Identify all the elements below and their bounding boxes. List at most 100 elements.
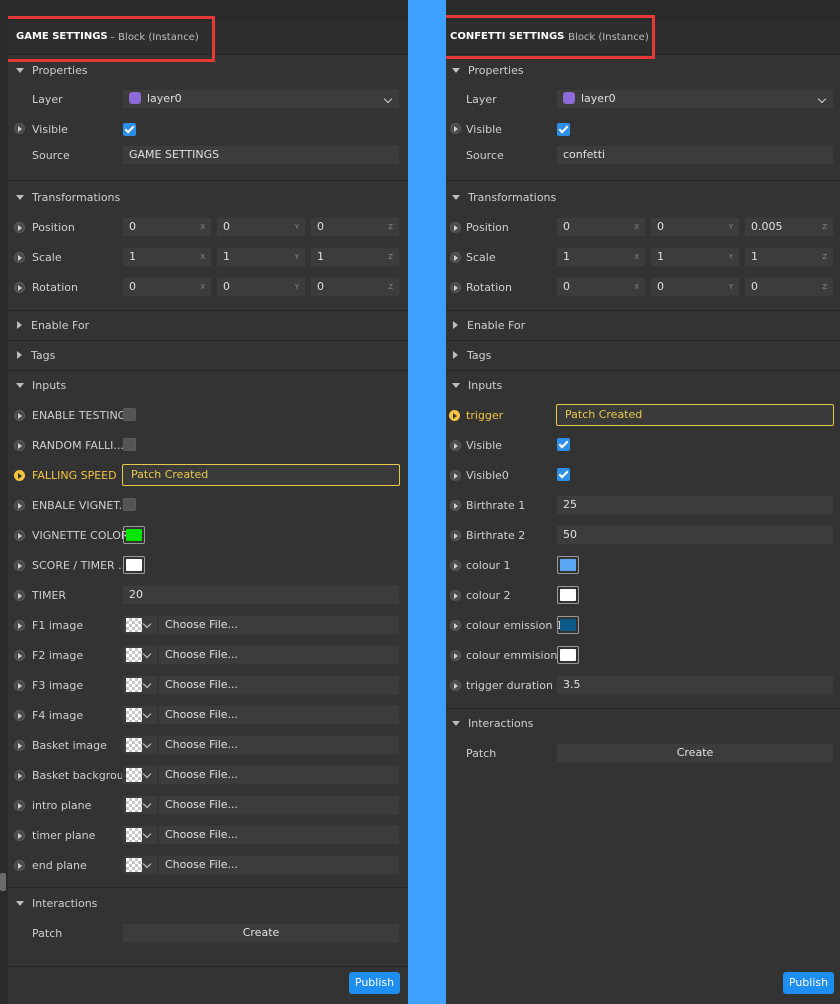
connect-arrow-icon[interactable]	[450, 590, 461, 601]
connect-arrow-icon[interactable]	[14, 440, 25, 451]
connect-arrow-icon[interactable]	[450, 123, 461, 134]
connect-arrow-icon[interactable]	[14, 560, 25, 571]
intro-plane-choose-file[interactable]: Choose File...	[158, 795, 400, 815]
end-plane-picker[interactable]	[122, 855, 158, 875]
colour1-swatch[interactable]	[557, 556, 579, 574]
trigger-patch-field[interactable]: Patch Created	[556, 404, 834, 426]
score-timer-color-swatch[interactable]	[123, 556, 145, 574]
colour2-swatch[interactable]	[557, 586, 579, 604]
connect-arrow-icon[interactable]	[14, 410, 25, 421]
source-field[interactable]: confetti	[556, 145, 834, 165]
basket-background-picker[interactable]	[122, 765, 158, 785]
connect-arrow-icon[interactable]	[14, 830, 25, 841]
f2-image-picker[interactable]	[122, 645, 158, 665]
rotation-y-field[interactable]: 0Y	[216, 277, 306, 297]
f3-choose-file[interactable]: Choose File...	[158, 675, 400, 695]
basket-image-picker[interactable]	[122, 735, 158, 755]
scale-y-field[interactable]: 1Y	[216, 247, 306, 267]
f1-choose-file[interactable]: Choose File...	[158, 615, 400, 635]
connect-arrow-icon[interactable]	[14, 530, 25, 541]
f3-image-picker[interactable]	[122, 675, 158, 695]
connect-arrow-icon[interactable]	[450, 440, 461, 451]
visible-checkbox[interactable]	[557, 123, 570, 136]
intro-plane-picker[interactable]	[122, 795, 158, 815]
connect-arrow-icon[interactable]	[450, 680, 461, 691]
rotation-z-field[interactable]: 0Z	[310, 277, 400, 297]
input-visible-checkbox[interactable]	[557, 438, 570, 451]
connect-arrow-icon[interactable]	[14, 590, 25, 601]
position-x-field[interactable]: 0X	[556, 217, 646, 237]
connect-arrow-icon[interactable]	[14, 710, 25, 721]
create-patch-button[interactable]: Create	[556, 743, 834, 763]
connect-arrow-icon[interactable]	[14, 770, 25, 781]
section-transformations[interactable]: Transformations	[452, 182, 556, 212]
connect-arrow-icon[interactable]	[450, 470, 461, 481]
section-transformations[interactable]: Transformations	[16, 182, 120, 212]
timer-field[interactable]: 20	[122, 585, 400, 605]
end-plane-choose-file[interactable]: Choose File...	[158, 855, 400, 875]
section-enable-for[interactable]: Enable For	[453, 310, 525, 340]
section-inputs[interactable]: Inputs	[16, 370, 66, 400]
publish-button[interactable]: Publish	[349, 972, 400, 994]
position-z-field[interactable]: 0.005 Z	[744, 217, 834, 237]
section-properties[interactable]: Properties	[452, 55, 524, 85]
section-properties[interactable]: Properties	[16, 55, 88, 85]
connect-arrow-icon[interactable]	[450, 530, 461, 541]
layer-select[interactable]: layer0	[556, 89, 834, 109]
connect-arrow-icon[interactable]	[450, 252, 461, 263]
connect-arrow-icon[interactable]	[14, 860, 25, 871]
falling-speed-patch-field[interactable]: Patch Created	[122, 464, 400, 486]
section-interactions[interactable]: Interactions	[452, 708, 533, 738]
connect-arrow-icon[interactable]	[450, 282, 461, 293]
section-inputs[interactable]: Inputs	[452, 370, 502, 400]
position-x-field[interactable]: 0X	[122, 217, 212, 237]
rotation-z-field[interactable]: 0Z	[744, 277, 834, 297]
scale-z-field[interactable]: 1Z	[310, 247, 400, 267]
scale-z-field[interactable]: 1Z	[744, 247, 834, 267]
section-enable-for[interactable]: Enable For	[17, 310, 89, 340]
scale-x-field[interactable]: 1X	[122, 247, 212, 267]
basket-image-choose-file[interactable]: Choose File...	[158, 735, 400, 755]
publish-button[interactable]: Publish	[783, 972, 834, 994]
visible0-checkbox[interactable]	[557, 468, 570, 481]
connect-arrow-icon[interactable]	[14, 650, 25, 661]
scale-y-field[interactable]: 1Y	[650, 247, 740, 267]
birthrate1-field[interactable]: 25	[556, 495, 834, 515]
f2-choose-file[interactable]: Choose File...	[158, 645, 400, 665]
connect-arrow-icon[interactable]	[14, 740, 25, 751]
connect-arrow-icon[interactable]	[14, 680, 25, 691]
connect-arrow-icon[interactable]	[14, 620, 25, 631]
timer-plane-picker[interactable]	[122, 825, 158, 845]
scale-x-field[interactable]: 1X	[556, 247, 646, 267]
position-y-field[interactable]: 0Y	[650, 217, 740, 237]
position-z-field[interactable]: 0Z	[310, 217, 400, 237]
connect-arrow-icon[interactable]	[450, 650, 461, 661]
layer-select[interactable]: layer0	[122, 89, 400, 109]
position-y-field[interactable]: 0Y	[216, 217, 306, 237]
f4-choose-file[interactable]: Choose File...	[158, 705, 400, 725]
vignette-color-swatch[interactable]	[123, 526, 145, 544]
create-patch-button[interactable]: Create	[122, 923, 400, 943]
connect-arrow-icon[interactable]	[14, 123, 25, 134]
scrollbar-thumb[interactable]	[0, 873, 6, 891]
connect-arrow-icon[interactable]	[14, 470, 25, 481]
birthrate2-field[interactable]: 50	[556, 525, 834, 545]
connect-arrow-icon[interactable]	[14, 252, 25, 263]
section-interactions[interactable]: Interactions	[16, 888, 97, 918]
colour-emmision2-swatch[interactable]	[557, 646, 579, 664]
connect-arrow-icon[interactable]	[450, 620, 461, 631]
f4-image-picker[interactable]	[122, 705, 158, 725]
section-tags[interactable]: Tags	[17, 340, 55, 370]
rotation-y-field[interactable]: 0Y	[650, 277, 740, 297]
connect-arrow-icon[interactable]	[14, 222, 25, 233]
enable-testing-checkbox[interactable]	[123, 408, 136, 421]
connect-arrow-icon[interactable]	[449, 410, 460, 421]
random-falling-checkbox[interactable]	[123, 438, 136, 451]
rotation-x-field[interactable]: 0X	[556, 277, 646, 297]
enable-vignette-checkbox[interactable]	[123, 498, 136, 511]
basket-background-choose-file[interactable]: Choose File...	[158, 765, 400, 785]
trigger-duration-field[interactable]: 3.5	[556, 675, 834, 695]
connect-arrow-icon[interactable]	[450, 560, 461, 571]
connect-arrow-icon[interactable]	[450, 500, 461, 511]
connect-arrow-icon[interactable]	[14, 800, 25, 811]
